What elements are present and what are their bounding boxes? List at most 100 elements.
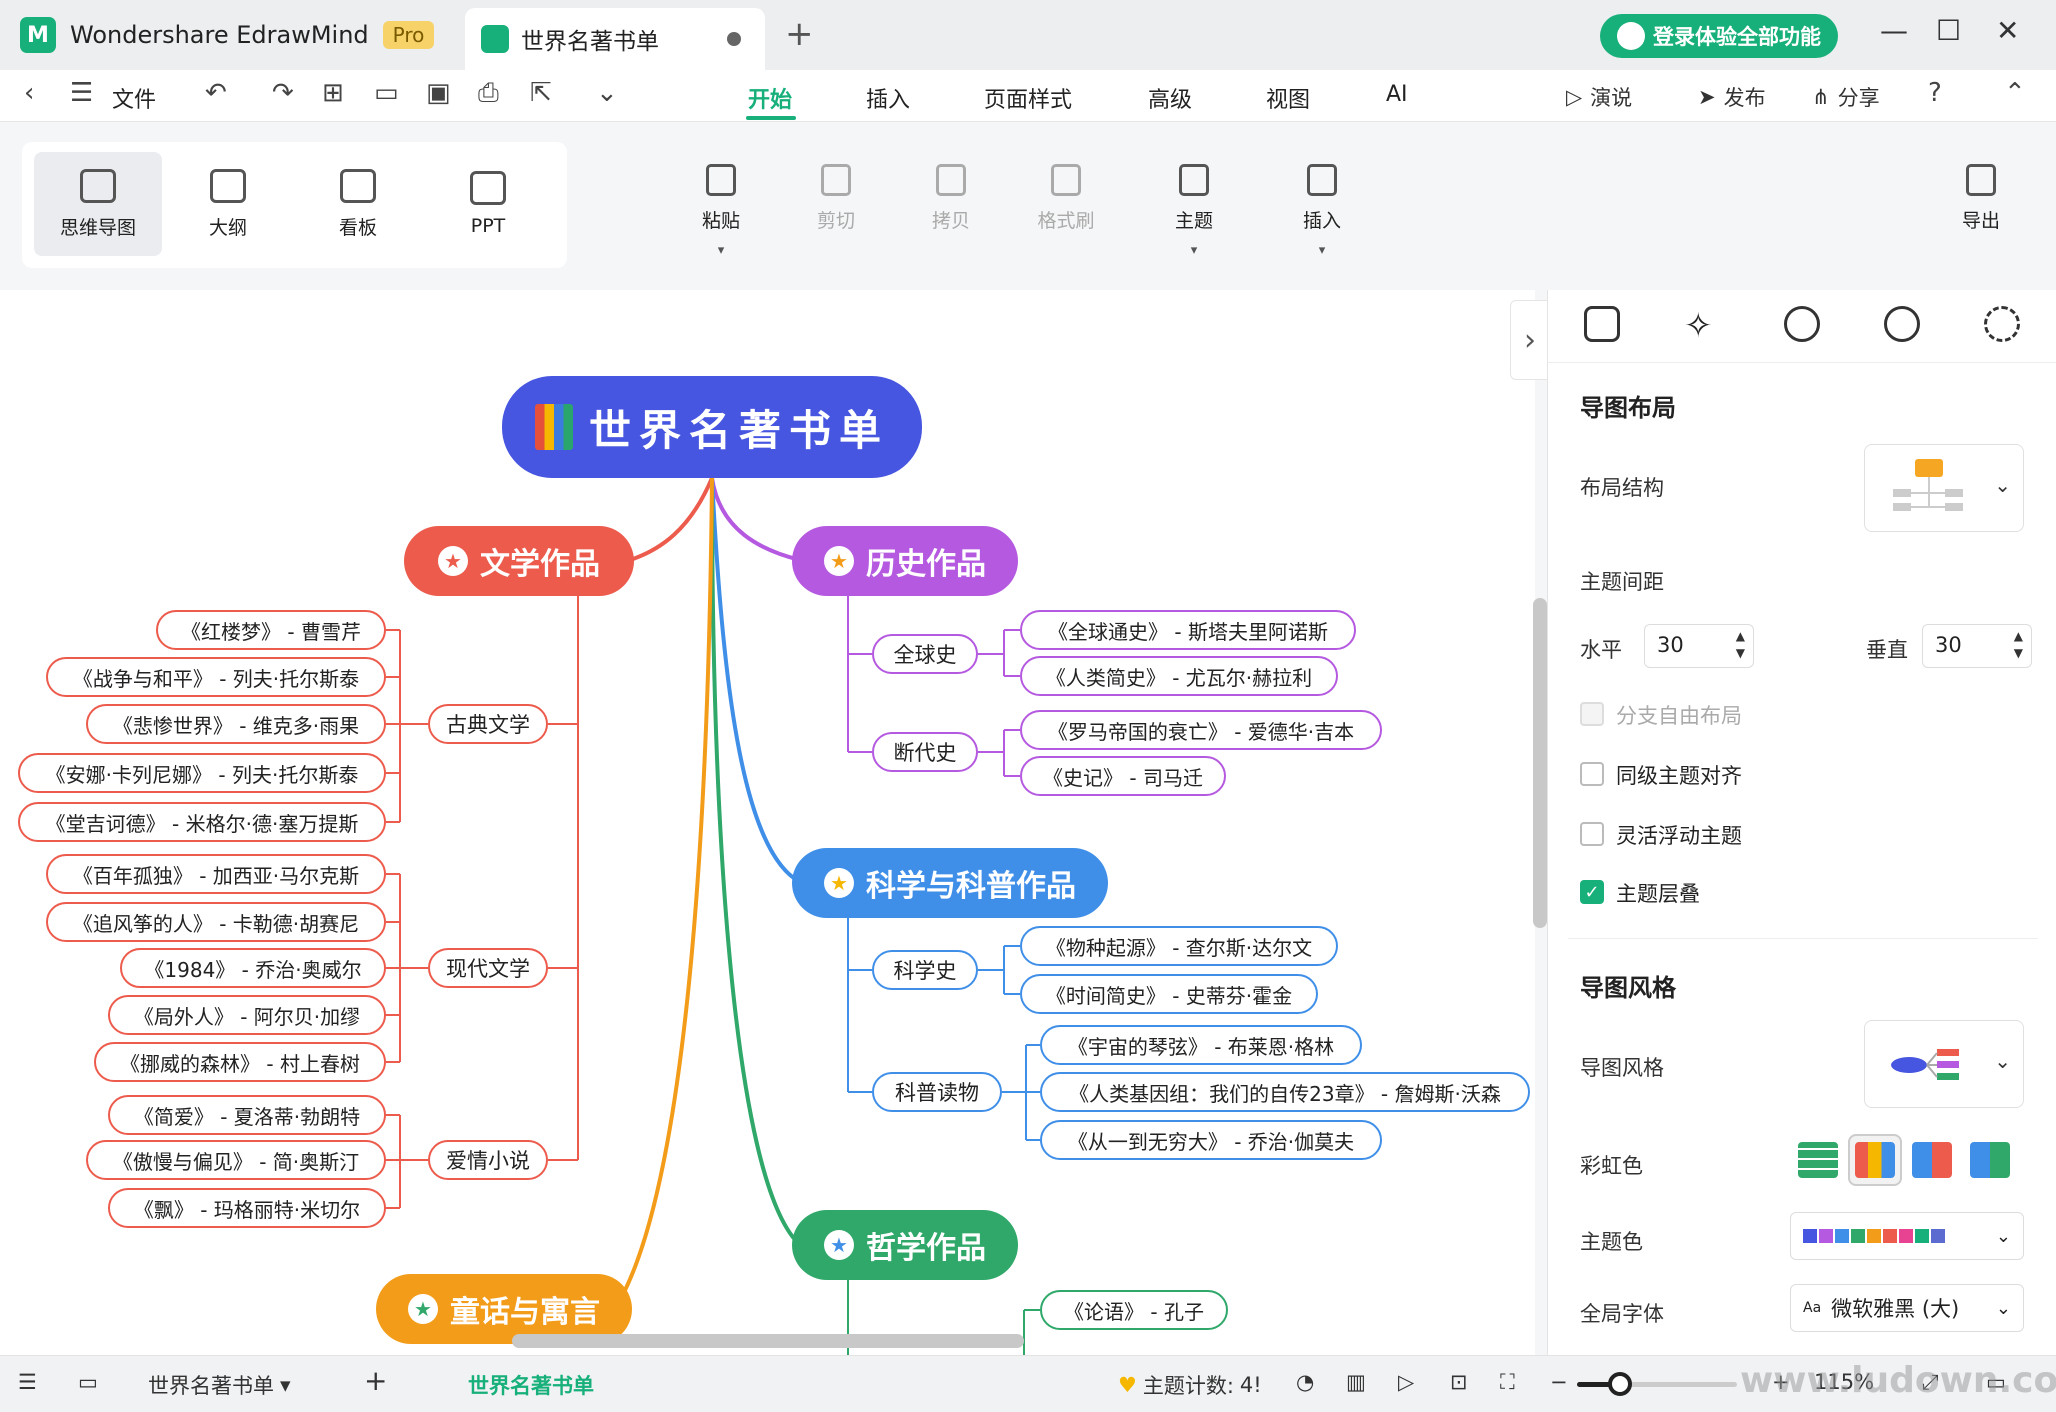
tab-start[interactable]: 开始 [748, 82, 792, 114]
page-style-icon[interactable] [1584, 306, 1620, 342]
branch-literature[interactable]: ★ 文学作品 [404, 526, 634, 596]
book-item[interactable]: 《宇宙的琴弦》 - 布莱恩·格林 [1040, 1025, 1362, 1065]
branch-science[interactable]: ★ 科学与科普作品 [792, 848, 1108, 918]
publish-button[interactable]: ➤ 发布 [1698, 82, 1766, 112]
book-item[interactable]: 《追风筝的人》 - 卡勒德·胡赛尼 [46, 902, 386, 942]
book-item[interactable]: 《罗马帝国的衰亡》 - 爱德华·吉本 [1020, 710, 1382, 750]
subtopic-modern-literature[interactable]: 现代文学 [428, 948, 548, 988]
share-button[interactable]: ⋔ 分享 [1812, 82, 1880, 112]
zoom-slider-handle[interactable] [1608, 1372, 1633, 1396]
app-tab[interactable]: M Wondershare EdrawMind Pro [20, 10, 435, 60]
present-button[interactable]: ▷ 演说 [1566, 82, 1632, 112]
settings-gear-icon[interactable] [1884, 306, 1920, 342]
book-item[interactable]: 《史记》 - 司马迁 [1020, 756, 1226, 796]
cut-button[interactable]: 剪切 [791, 164, 881, 233]
export-share-icon[interactable]: ⇱ [530, 78, 552, 108]
book-item[interactable]: 《百年孤独》 - 加西亚·马尔克斯 [46, 854, 386, 894]
book-item[interactable]: 《时间简史》 - 史蒂芬·霍金 [1020, 974, 1318, 1014]
help-icon[interactable]: ? [1928, 78, 1942, 108]
new-file-icon[interactable]: ⊞ [322, 78, 344, 108]
topic-button[interactable]: 主题 ▾ [1149, 164, 1239, 258]
book-item[interactable]: 《人类基因组：我们的自传23章》 - 詹姆斯·沃森 [1040, 1072, 1530, 1112]
page-panel-icon[interactable]: ▭ [78, 1370, 98, 1394]
zoom-slider[interactable] [1577, 1382, 1737, 1387]
view-mindmap-button[interactable]: 思维导图 [34, 152, 162, 256]
rainbow-option-2[interactable] [1855, 1142, 1895, 1178]
fullscreen-icon[interactable]: ⛶ [1500, 1370, 1515, 1395]
book-item[interactable]: 《从一到无穷大》 - 乔治·伽莫夫 [1040, 1120, 1382, 1160]
active-page-tab[interactable]: 世界名著书单 [468, 1370, 594, 1400]
horizontal-spacing-input[interactable]: 30 ▲ ▼ [1644, 624, 1754, 668]
view-outline-button[interactable]: 大纲 [164, 152, 292, 256]
book-item[interactable]: 《1984》 - 乔治·奥威尔 [120, 948, 386, 988]
subtopic-period-history[interactable]: 断代史 [872, 732, 978, 772]
rainbow-option-1[interactable] [1798, 1142, 1838, 1178]
spin-arrows-icon[interactable]: ▲ ▼ [2014, 628, 2023, 662]
align-siblings-checkbox[interactable] [1580, 762, 1604, 786]
print-icon[interactable]: ⎙ [478, 78, 499, 109]
subtopic-romance[interactable]: 爱情小说 [428, 1140, 548, 1180]
collapse-panel-chevron-icon[interactable]: › [1510, 300, 1550, 380]
new-tab-plus-icon[interactable]: + [785, 14, 814, 54]
copy-button[interactable]: 拷贝 [906, 164, 996, 233]
undo-icon[interactable]: ↶ [205, 78, 227, 108]
mindmap-canvas[interactable]: 世界名著书单 ★ 文学作品 ★ 历史作品 ★ 科学与科普作品 ★ 哲学作品 ★ … [0, 290, 1535, 1355]
book-item[interactable]: 《简爱》 - 夏洛蒂·勃朗特 [108, 1095, 386, 1135]
ai-sparkle-icon[interactable]: ✧ [1684, 306, 1720, 346]
layout-structure-select[interactable]: ⌄ [1864, 444, 2024, 532]
book-item[interactable]: 《战争与和平》 - 列夫·托尔斯泰 [46, 657, 386, 697]
map-style-select[interactable]: ⌄ [1864, 1020, 2024, 1108]
insert-button[interactable]: 插入 ▾ [1277, 164, 1367, 258]
horizontal-scrollbar[interactable] [512, 1334, 1024, 1348]
book-item[interactable]: 《局外人》 - 阿尔贝·加缪 [108, 995, 386, 1035]
book-item[interactable]: 《悲惨世界》 - 维克多·雨果 [86, 704, 386, 744]
book-view-icon[interactable]: ▥ [1346, 1370, 1366, 1394]
book-item[interactable]: 《堂吉诃德》 - 米格尔·德·塞万提斯 [18, 802, 386, 842]
tab-view[interactable]: 视图 [1266, 82, 1310, 114]
subtopic-popular-science[interactable]: 科普读物 [872, 1072, 1002, 1112]
back-icon[interactable]: ‹ [24, 78, 34, 108]
free-branch-layout-checkbox[interactable] [1580, 702, 1604, 726]
book-item[interactable]: 《飘》 - 玛格丽特·米切尔 [108, 1188, 386, 1228]
theme-color-select[interactable]: ⌄ [1790, 1212, 2024, 1260]
zoom-out-icon[interactable]: − [1550, 1370, 1568, 1394]
minimize-icon[interactable]: — [1880, 14, 1908, 47]
book-item[interactable]: 《人类简史》 - 尤瓦尔·赫拉利 [1020, 656, 1338, 696]
login-button[interactable]: 登录体验全部功能 [1600, 14, 1838, 58]
floating-topic-checkbox[interactable] [1580, 822, 1604, 846]
vertical-spacing-input[interactable]: 30 ▲ ▼ [1922, 624, 2032, 668]
add-page-plus-icon[interactable]: + [364, 1364, 387, 1397]
tab-page-style[interactable]: 页面样式 [984, 82, 1072, 114]
topic-overlap-checkbox[interactable]: ✓ [1580, 880, 1604, 904]
open-folder-icon[interactable]: ▭ [374, 78, 399, 108]
save-icon[interactable]: ▣ [426, 78, 451, 108]
tab-advanced[interactable]: 高级 [1148, 82, 1192, 114]
document-tab[interactable]: 世界名著书单 [465, 8, 765, 70]
customize-chevron-icon[interactable]: ⌄ [596, 78, 618, 108]
rainbow-option-4[interactable] [1970, 1142, 2010, 1178]
book-item[interactable]: 《安娜·卡列尼娜》 - 列夫·托尔斯泰 [18, 753, 386, 793]
export-button[interactable]: 导出 [1936, 164, 2026, 233]
view-kanban-button[interactable]: 看板 [294, 152, 422, 256]
book-item[interactable]: 《挪威的森林》 - 村上春树 [94, 1042, 386, 1082]
book-item[interactable]: 《论语》 - 孔子 [1040, 1290, 1228, 1330]
branch-philosophy[interactable]: ★ 哲学作品 [792, 1210, 1018, 1280]
global-font-select[interactable]: Aa 微软雅黑 (大) ⌄ [1790, 1284, 2024, 1332]
pie-chart-icon[interactable]: ◔ [1296, 1370, 1314, 1394]
outline-toggle-icon[interactable]: ☰ [18, 1370, 37, 1394]
page-selector[interactable]: 世界名著书单 ▾ [148, 1370, 291, 1400]
tab-ai[interactable]: AI [1386, 82, 1408, 107]
emoji-icon[interactable] [1784, 306, 1820, 342]
close-icon[interactable]: ✕ [1996, 14, 2019, 47]
format-painter-button[interactable]: 格式刷 [1021, 164, 1111, 233]
subtopic-science-history[interactable]: 科学史 [872, 950, 978, 990]
spin-arrows-icon[interactable]: ▲ ▼ [1736, 628, 1745, 662]
rainbow-option-3[interactable] [1912, 1142, 1952, 1178]
branch-history[interactable]: ★ 历史作品 [792, 526, 1018, 596]
insert-dropdown-icon[interactable]: ▾ [1319, 243, 1326, 258]
book-item[interactable]: 《全球通史》 - 斯塔夫里阿诺斯 [1020, 610, 1356, 650]
play-icon[interactable]: ▷ [1398, 1370, 1414, 1394]
topic-dropdown-icon[interactable]: ▾ [1191, 243, 1198, 258]
root-topic[interactable]: 世界名著书单 [502, 376, 922, 478]
subtopic-global-history[interactable]: 全球史 [872, 634, 978, 674]
